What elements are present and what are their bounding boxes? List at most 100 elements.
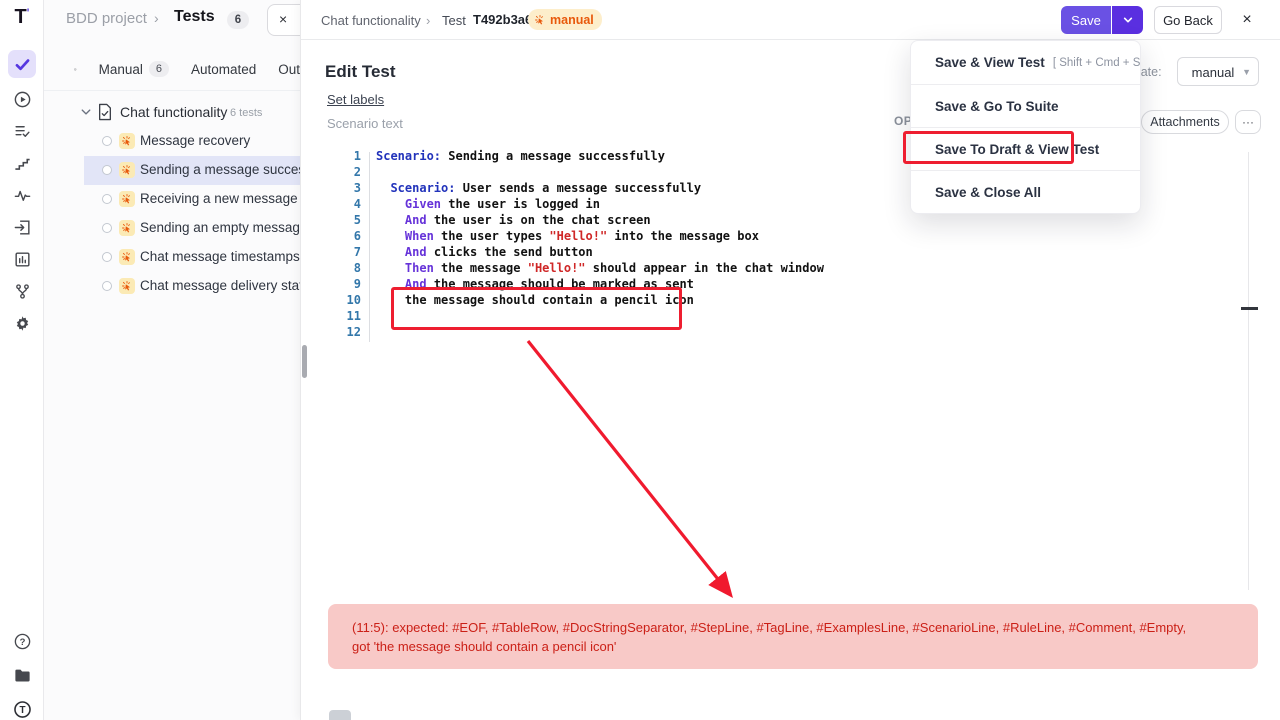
- suite-name[interactable]: Chat functionality: [120, 104, 227, 120]
- state-select-value: manual: [1178, 65, 1248, 80]
- code-line[interactable]: 8 Then the message "Hello!" should appea…: [301, 260, 1257, 276]
- test-list-item[interactable]: Chat message delivery stat: [44, 272, 300, 301]
- test-list-item[interactable]: Receiving a new message: [44, 185, 300, 214]
- test-status-circle-icon[interactable]: [102, 223, 112, 233]
- go-back-button[interactable]: Go Back: [1154, 6, 1222, 34]
- page-title: Edit Test: [325, 62, 396, 82]
- test-title: Chat message timestamps: [140, 249, 300, 264]
- line-text: Scenario: User sends a message successfu…: [376, 180, 701, 196]
- tab-automated[interactable]: Automated: [191, 62, 256, 77]
- sidebar-analytics-icon[interactable]: [8, 249, 36, 270]
- line-number: 1: [301, 148, 361, 164]
- manual-test-icon: [119, 191, 135, 207]
- line-text: When the user types "Hello!" into the me…: [376, 228, 759, 244]
- set-labels-link[interactable]: Set labels: [327, 92, 384, 107]
- attachments-button[interactable]: Attachments: [1141, 110, 1229, 134]
- scenario-text-label: Scenario text: [327, 116, 403, 131]
- line-number: 7: [301, 244, 361, 260]
- close-panel-icon[interactable]: ×: [1237, 10, 1257, 30]
- sidebar-steps-stairs-icon[interactable]: [8, 153, 36, 174]
- menu-item-label: Save & View Test: [935, 55, 1045, 70]
- test-list-item[interactable]: Message recovery: [44, 127, 300, 156]
- code-line[interactable]: 6 When the user types "Hello!" into the …: [301, 228, 1257, 244]
- line-number: 4: [301, 196, 361, 212]
- editor-resize-handle[interactable]: [1241, 307, 1258, 310]
- breadcrumb-project[interactable]: BDD project: [66, 10, 147, 27]
- save-dropdown-button[interactable]: [1112, 6, 1143, 34]
- select-caret-icon: ▼: [1242, 67, 1251, 77]
- tests-count-badge: 6: [227, 11, 249, 29]
- chevron-down-icon: [1123, 15, 1133, 25]
- line-number: 9: [301, 276, 361, 292]
- chevron-down-icon[interactable]: [80, 106, 92, 118]
- test-status-circle-icon[interactable]: [102, 165, 112, 175]
- tab-out[interactable]: Out: [278, 62, 300, 77]
- menu-item-save-view-test[interactable]: Save & View Test [ Shift + Cmd + S ]: [911, 41, 1140, 84]
- topbar-suite-link[interactable]: Chat functionality: [321, 13, 421, 28]
- editor-right-border: [1248, 152, 1249, 590]
- manual-test-icon: [119, 133, 135, 149]
- app-logo[interactable]: T': [0, 6, 44, 29]
- save-dropdown-menu: Save & View Test[ Shift + Cmd + S ]Save …: [910, 40, 1141, 214]
- menu-item-save-to-draft-view-test[interactable]: Save To Draft & View Test: [911, 127, 1140, 170]
- test-title: Sending a message succes: [140, 162, 300, 177]
- menu-item-save-go-to-suite[interactable]: Save & Go To Suite: [911, 84, 1140, 127]
- sidebar-help-icon[interactable]: ?: [8, 630, 36, 652]
- open-test-tab-chip[interactable]: ×: [267, 4, 300, 36]
- more-options-button[interactable]: ···: [1235, 110, 1261, 134]
- tab-manual[interactable]: Manual6: [99, 61, 169, 77]
- checklist-icon: [74, 61, 77, 78]
- error-line-1: (11:5): expected: #EOF, #TableRow, #DocS…: [352, 618, 1234, 637]
- suite-row[interactable]: Chat functionality 6 tests: [44, 100, 300, 126]
- breadcrumb-separator: ›: [154, 10, 159, 26]
- tab-count-badge: 6: [149, 61, 169, 77]
- svg-text:?: ?: [19, 636, 25, 647]
- line-number: 5: [301, 212, 361, 228]
- test-status-circle-icon[interactable]: [102, 194, 112, 204]
- sidebar-projects-folder-icon[interactable]: [8, 664, 36, 686]
- suite-test-count: 6 tests: [230, 107, 262, 119]
- sidebar-pulse-icon[interactable]: [8, 185, 36, 206]
- manual-test-icon: [119, 278, 135, 294]
- tab-label: Out: [278, 62, 300, 77]
- sidebar-plans-list-icon[interactable]: [8, 121, 36, 142]
- close-tab-icon[interactable]: ×: [279, 11, 287, 27]
- line-text: Given the user is logged in: [376, 196, 600, 212]
- test-status-circle-icon[interactable]: [102, 252, 112, 262]
- code-line[interactable]: 5 And the user is on the chat screen: [301, 212, 1257, 228]
- test-status-circle-icon[interactable]: [102, 136, 112, 146]
- test-status-circle-icon[interactable]: [102, 281, 112, 291]
- manual-test-icon: [119, 162, 135, 178]
- tests-panel: BDD project › Tests 6 × Manual6 Automated…: [44, 0, 300, 720]
- sidebar-settings-gear-icon[interactable]: [8, 313, 36, 334]
- line-number: 12: [301, 324, 361, 340]
- project-breadcrumb: BDD project › Tests 6 ×: [44, 0, 300, 40]
- sidebar-import-icon[interactable]: [8, 217, 36, 238]
- sidebar-bottom: ?T: [0, 630, 44, 720]
- sidebar-branch-icon[interactable]: [8, 281, 36, 302]
- tab-label: Automated: [191, 62, 256, 77]
- sidebar-profile-logo-icon[interactable]: T: [8, 698, 36, 720]
- app-window: T' ?T BDD project › Tests 6 × Manual6Aut…: [0, 0, 1280, 720]
- suite-document-icon: [97, 103, 113, 121]
- state-select[interactable]: manual ▼: [1177, 57, 1259, 86]
- line-number: 6: [301, 228, 361, 244]
- panel-scrollbar-thumb[interactable]: [302, 345, 307, 378]
- test-list-item[interactable]: Sending a message succes: [44, 156, 300, 185]
- topbar-test-label: Test: [442, 13, 466, 28]
- test-list-item[interactable]: Chat message timestamps: [44, 243, 300, 272]
- test-list-item[interactable]: Sending an empty message: [44, 214, 300, 243]
- editor-gutter-divider: [369, 152, 370, 342]
- menu-item-shortcut: [ Shift + Cmd + S ]: [1053, 57, 1141, 69]
- test-title: Sending an empty message: [140, 220, 300, 235]
- save-button[interactable]: Save: [1061, 6, 1111, 34]
- sidebar-nav: [0, 50, 44, 334]
- collapsed-bottom-button[interactable]: [329, 710, 351, 720]
- menu-item-save-close-all[interactable]: Save & Close All: [911, 170, 1140, 213]
- breadcrumb-section[interactable]: Tests: [174, 8, 215, 26]
- sidebar-runs-play-icon[interactable]: [8, 89, 36, 110]
- line-text: Then the message "Hello!" should appear …: [376, 260, 824, 276]
- sidebar-tests-check-icon[interactable]: [8, 50, 36, 78]
- annotation-box-line10: [391, 287, 682, 330]
- code-line[interactable]: 7 And clicks the send button: [301, 244, 1257, 260]
